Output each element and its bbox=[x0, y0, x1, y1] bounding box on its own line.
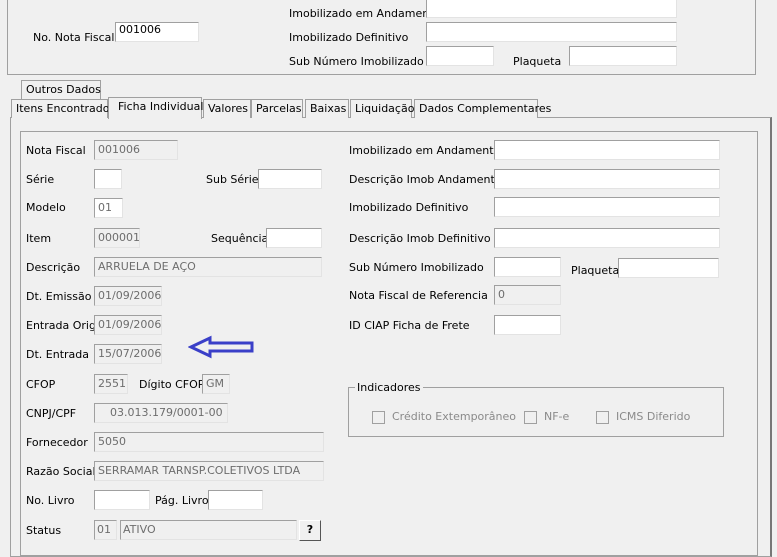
tab-ficha-individual[interactable]: Ficha Individual bbox=[108, 97, 203, 119]
sequencia-label: Sequência bbox=[211, 232, 269, 245]
desc-imob-andamento-input[interactable] bbox=[494, 169, 720, 189]
cfop-input[interactable]: 2551 bbox=[94, 374, 128, 394]
imob-definitivo-input[interactable] bbox=[494, 197, 720, 217]
sub-numero-label: Sub Número Imobilizado bbox=[349, 261, 484, 274]
id-ciap-label: ID CIAP Ficha de Frete bbox=[349, 319, 470, 332]
dt-emissao-label: Dt. Emissão bbox=[26, 290, 92, 303]
tab-outros-dados[interactable]: Outros Dados bbox=[21, 80, 101, 99]
icms-diferido-checkbox[interactable] bbox=[596, 411, 609, 424]
tab-parcelas[interactable]: Parcelas bbox=[251, 99, 303, 118]
icms-diferido-label: ICMS Diferido bbox=[616, 410, 691, 423]
dt-entrada-input[interactable]: 15/07/2006 bbox=[94, 344, 162, 364]
razao-social-label: Razão Social bbox=[26, 465, 96, 478]
tab-itens-encontrados[interactable]: Itens Encontrados bbox=[11, 99, 115, 118]
nfe-checkbox[interactable] bbox=[524, 411, 537, 424]
header-nota-fiscal-label: No. Nota Fiscal bbox=[33, 31, 115, 44]
status-help-button[interactable]: ? bbox=[299, 520, 321, 541]
plaqueta-label: Plaqueta bbox=[571, 264, 620, 277]
no-livro-input[interactable] bbox=[94, 490, 150, 510]
nota-fiscal-label: Nota Fiscal bbox=[26, 144, 86, 157]
desc-imob-andamento-label: Descrição Imob Andamento bbox=[349, 173, 502, 186]
imob-andamento-input[interactable] bbox=[494, 140, 720, 160]
nota-fiscal-input[interactable]: 001006 bbox=[94, 140, 178, 160]
dt-entrada-label: Dt. Entrada bbox=[26, 348, 89, 361]
digito-cfop-input[interactable]: GM bbox=[202, 374, 230, 394]
nf-referencia-input[interactable]: 0 bbox=[494, 285, 561, 305]
desc-imob-definitivo-input[interactable] bbox=[494, 228, 720, 248]
status-description-input[interactable]: ATIVO bbox=[120, 520, 297, 540]
credito-extemporaneo-checkbox[interactable] bbox=[372, 411, 385, 424]
nfe-label: NF-e bbox=[544, 410, 570, 423]
dt-emissao-input[interactable]: 01/09/2006 bbox=[94, 286, 162, 306]
sub-serie-label: Sub Série bbox=[206, 173, 259, 186]
fornecedor-input[interactable]: 5050 bbox=[94, 432, 324, 452]
pag-livro-input[interactable] bbox=[208, 490, 263, 510]
sub-serie-input[interactable] bbox=[258, 169, 322, 189]
serie-input[interactable] bbox=[94, 169, 122, 189]
pag-livro-label: Pág. Livro bbox=[155, 494, 209, 507]
cfop-label: CFOP bbox=[26, 378, 56, 391]
sequencia-input[interactable] bbox=[266, 228, 322, 248]
arrow-left-icon bbox=[188, 335, 254, 359]
header-imob-definitivo-label: Imobilizado Definitivo bbox=[289, 31, 409, 44]
credito-extemporaneo-label: Crédito Extemporâneo bbox=[392, 410, 517, 423]
modelo-input[interactable]: 01 bbox=[94, 198, 123, 218]
descricao-input[interactable]: ARRUELA DE AÇO bbox=[94, 257, 322, 277]
status-label: Status bbox=[26, 524, 62, 537]
cnpj-input[interactable]: 03.013.179/0001-00 bbox=[94, 403, 228, 423]
status-code-input[interactable]: 01 bbox=[94, 520, 117, 540]
modelo-label: Modelo bbox=[26, 201, 66, 214]
tab-dados-complementares[interactable]: Dados Complementares bbox=[414, 99, 551, 118]
digito-cfop-label: Dígito CFOP bbox=[139, 378, 205, 391]
imob-definitivo-label: Imobilizado Definitivo bbox=[349, 201, 469, 214]
nf-referencia-label: Nota Fiscal de Referencia bbox=[349, 289, 488, 302]
fornecedor-label: Fornecedor bbox=[26, 436, 88, 449]
cnpj-label: CNPJ/CPF bbox=[26, 407, 77, 420]
item-label: Item bbox=[26, 232, 52, 245]
header-sub-numero-input[interactable] bbox=[426, 46, 494, 66]
entrada-orig-input[interactable]: 01/09/2006 bbox=[94, 315, 162, 335]
tab-valores[interactable]: Valores bbox=[203, 99, 251, 118]
plaqueta-input[interactable] bbox=[618, 258, 719, 278]
header-plaqueta-label: Plaqueta bbox=[513, 55, 562, 68]
serie-label: Série bbox=[26, 173, 55, 186]
razao-social-input[interactable]: SERRAMAR TARNSP.COLETIVOS LTDA bbox=[94, 461, 324, 481]
desc-imob-definitivo-label: Descrição Imob Definitivo bbox=[349, 232, 491, 245]
tab-baixas[interactable]: Baixas bbox=[305, 99, 349, 118]
id-ciap-input[interactable] bbox=[494, 315, 561, 335]
no-livro-label: No. Livro bbox=[26, 494, 75, 507]
entrada-orig-label: Entrada Orig bbox=[26, 319, 96, 332]
indicadores-title: Indicadores bbox=[355, 381, 423, 394]
sub-numero-input[interactable] bbox=[494, 257, 561, 277]
header-imob-andamento-input[interactable] bbox=[426, 0, 677, 18]
imob-andamento-label: Imobilizado em Andamento bbox=[349, 144, 501, 157]
tab-liquidacao[interactable]: Liquidação bbox=[350, 99, 414, 118]
header-nota-fiscal-input[interactable]: 001006 bbox=[115, 22, 199, 42]
header-imob-andamento-label: Imobilizado em Andamento bbox=[289, 7, 441, 20]
header-imob-definitivo-input[interactable] bbox=[426, 22, 677, 42]
header-plaqueta-input[interactable] bbox=[569, 46, 677, 66]
item-input[interactable]: 000001 bbox=[94, 228, 140, 248]
descricao-label: Descrição bbox=[26, 261, 81, 274]
header-sub-numero-label: Sub Número Imobilizado bbox=[289, 55, 424, 68]
